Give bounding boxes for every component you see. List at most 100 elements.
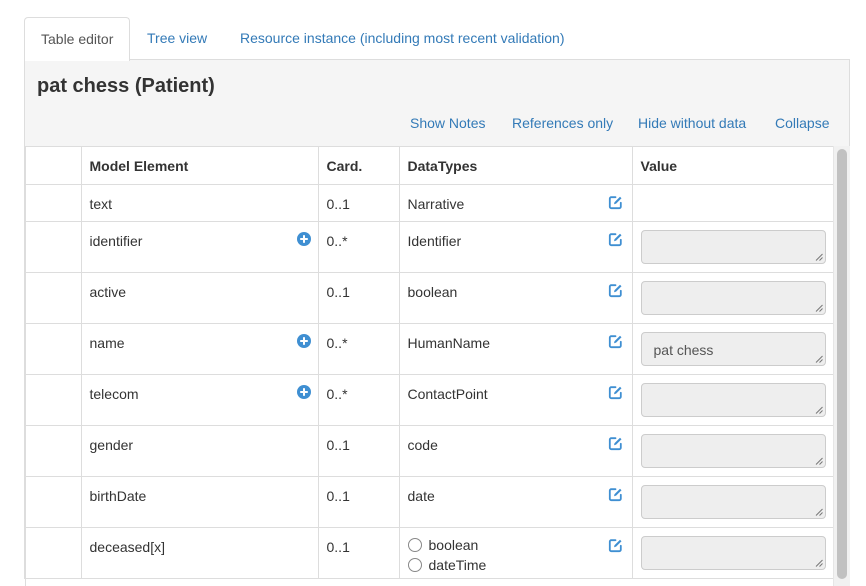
datatype-cell: boolean dateTime [399, 527, 633, 579]
tab-table-editor[interactable]: Table editor [24, 17, 131, 61]
element-label: identifier [89, 232, 143, 249]
datatype-cell: boolean [399, 272, 633, 324]
datatype-cell: date [399, 476, 633, 528]
datatype-option: boolean [407, 535, 624, 555]
table-row: identifier 0..* Identifier [26, 221, 833, 273]
datatype-cell: HumanName [399, 323, 633, 375]
element-name: active [81, 272, 319, 324]
header-card: Card. [318, 147, 400, 185]
value-cell [632, 425, 833, 477]
value-cell [632, 374, 833, 426]
resize-grip-icon[interactable] [814, 558, 823, 567]
table-row: deceased[x] 0..1 boolean dateTime [26, 527, 833, 579]
radio-label: boolean [428, 536, 479, 553]
element-label: text [89, 195, 113, 212]
datatype-cell: Identifier [399, 221, 633, 273]
row-handle [26, 476, 82, 528]
show-notes-link[interactable]: Show Notes [410, 115, 485, 131]
cardinality: 0..1 [318, 476, 400, 528]
value-field[interactable] [640, 433, 826, 468]
element-label: name [89, 334, 125, 351]
edit-icon[interactable] [608, 283, 623, 298]
header-datatypes: DataTypes [399, 147, 633, 185]
resize-grip-icon[interactable] [814, 507, 823, 516]
datatype-label: HumanName [407, 334, 490, 351]
table-row: gender 0..1 code [26, 425, 833, 477]
cardinality: 0..1 [318, 425, 400, 477]
datatype-cell: Narrative [399, 184, 633, 222]
row-handle [26, 374, 82, 426]
plus-circle-icon[interactable] [297, 334, 311, 348]
edit-icon[interactable] [608, 436, 623, 451]
tab-resource-instance[interactable]: Resource instance (including most recent… [224, 17, 581, 60]
header-blank [26, 147, 82, 185]
radio-boolean[interactable] [407, 537, 422, 552]
row-handle [26, 272, 82, 324]
page-title: pat chess (Patient) [37, 75, 215, 97]
resize-grip-icon[interactable] [814, 303, 823, 312]
row-handle [26, 184, 82, 222]
value-cell: pat chess [632, 323, 833, 375]
value-field[interactable] [640, 382, 826, 417]
resize-grip-icon[interactable] [814, 354, 823, 363]
value-cell [632, 272, 833, 324]
cardinality: 0..* [318, 221, 400, 273]
cardinality: 0..1 [318, 184, 400, 222]
value-field[interactable] [640, 535, 826, 570]
datatype-label: date [407, 487, 435, 504]
plus-circle-icon[interactable] [297, 232, 311, 246]
cardinality: 0..1 [318, 527, 400, 579]
value-cell [632, 527, 833, 579]
element-name: name [81, 323, 319, 375]
value-field[interactable] [640, 280, 826, 315]
table-row: telecom 0..* ContactPoint [26, 374, 833, 426]
radio-label: dateTime [428, 556, 487, 573]
cardinality: 0..* [318, 374, 400, 426]
edit-icon[interactable] [608, 487, 623, 502]
references-only-link[interactable]: References only [512, 115, 613, 131]
datatype-cell: ContactPoint [399, 374, 633, 426]
element-table: Model Element Card. DataTypes Value text… [25, 146, 833, 586]
value-text: pat chess [653, 341, 714, 358]
element-label: telecom [89, 385, 139, 402]
table-row: text 0..1 Narrative [26, 184, 833, 222]
element-name: deceased[x] [81, 527, 319, 579]
row-handle [26, 221, 82, 273]
value-field[interactable] [640, 484, 826, 519]
element-name: telecom [81, 374, 319, 426]
value-field[interactable] [640, 229, 826, 264]
resize-grip-icon[interactable] [814, 252, 823, 261]
element-name: birthDate [81, 476, 319, 528]
table-row: active 0..1 boolean [26, 272, 833, 324]
element-label: birthDate [89, 487, 147, 504]
edit-icon[interactable] [608, 195, 623, 210]
value-cell [632, 221, 833, 273]
scrollbar-thumb[interactable] [837, 149, 847, 579]
datatype-label: code [407, 436, 438, 453]
element-name: text [81, 184, 319, 222]
tab-tree-view[interactable]: Tree view [131, 17, 223, 60]
datatype-option: dateTime [407, 555, 624, 575]
table-row: name 0..* HumanName pat chess [26, 323, 833, 375]
edit-icon[interactable] [608, 334, 623, 349]
tab-bar: Table editor Tree view Resource instance… [24, 17, 850, 61]
table-row: birthDate 0..1 date [26, 476, 833, 528]
collapse-link[interactable]: Collapse [775, 115, 829, 131]
element-name: identifier [81, 221, 319, 273]
row-handle [26, 323, 82, 375]
element-label: active [89, 283, 127, 300]
resize-grip-icon[interactable] [814, 456, 823, 465]
radio-datetime[interactable] [407, 557, 422, 572]
edit-icon[interactable] [608, 385, 623, 400]
hide-without-data-link[interactable]: Hide without data [638, 115, 746, 131]
plus-circle-icon[interactable] [297, 385, 311, 399]
header-model-element: Model Element [81, 147, 319, 185]
row-handle [26, 527, 82, 579]
element-label: deceased[x] [89, 538, 166, 555]
value-cell [632, 476, 833, 528]
resize-grip-icon[interactable] [814, 405, 823, 414]
value-field[interactable]: pat chess [640, 331, 826, 366]
element-name: gender [81, 425, 319, 477]
edit-icon[interactable] [608, 538, 623, 553]
edit-icon[interactable] [608, 232, 623, 247]
